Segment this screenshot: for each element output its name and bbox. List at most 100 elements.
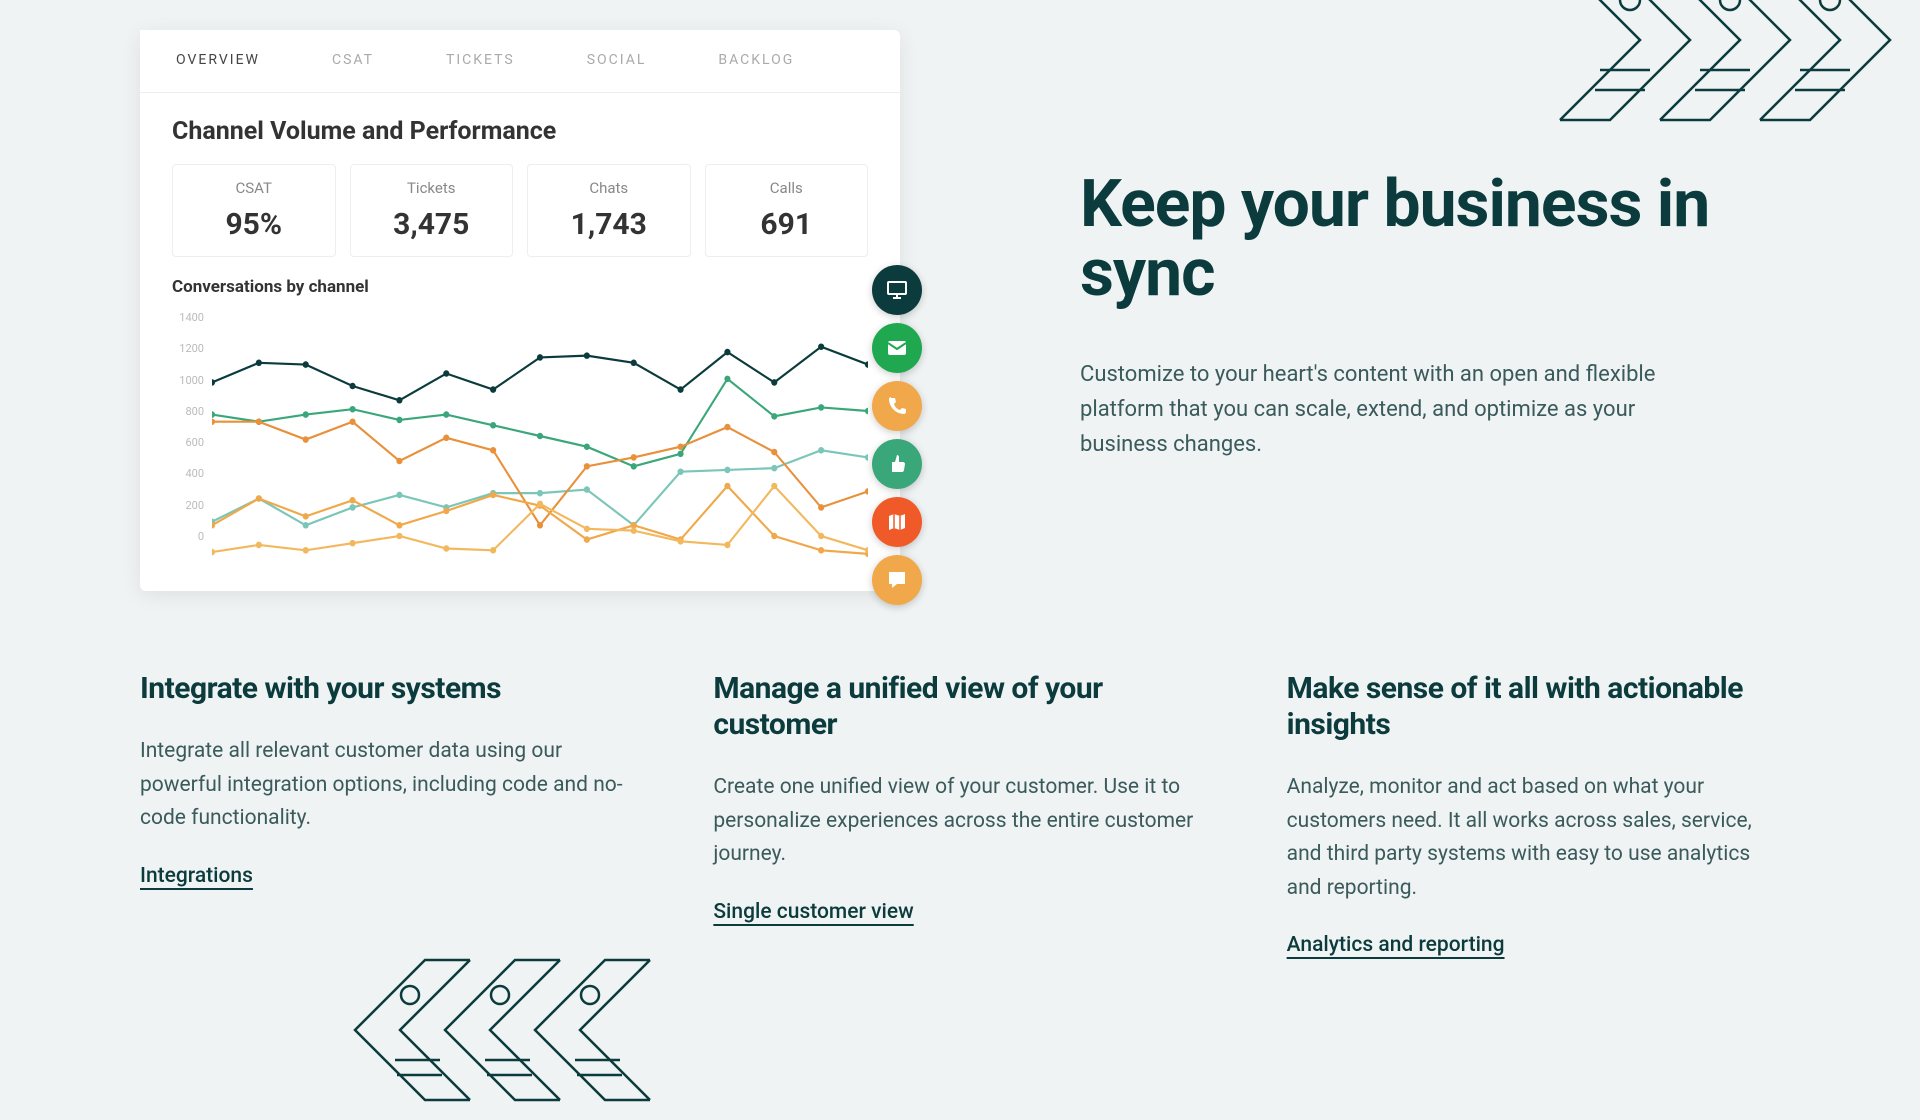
card-title: Channel Volume and Performance	[172, 117, 868, 146]
chart-point	[396, 522, 402, 529]
metric-value: 95%	[173, 207, 335, 242]
chart-point	[771, 379, 777, 386]
dashboard-card: OVERVIEWCSATTICKETSSOCIALBACKLOG Channel…	[140, 30, 900, 591]
feature-description: Analyze, monitor and act based on what y…	[1287, 771, 1780, 905]
chart-point	[724, 483, 730, 490]
chart-point	[537, 501, 543, 508]
chart-point	[537, 354, 543, 361]
phone-icon[interactable]	[872, 381, 922, 431]
chart-point	[818, 547, 824, 554]
chart-point	[724, 376, 730, 383]
chart-point	[771, 533, 777, 540]
chart-point	[396, 397, 402, 404]
chart-point	[490, 547, 496, 554]
chart-point	[349, 504, 355, 511]
chart-point	[677, 538, 683, 545]
metric-value: 691	[706, 207, 868, 242]
chart-point	[677, 451, 683, 458]
chart-point	[865, 454, 868, 461]
metric-csat: CSAT 95%	[172, 164, 336, 257]
feature-column-1: Manage a unified view of your customer Cr…	[713, 671, 1206, 957]
chart-point	[631, 360, 637, 367]
chart-point	[584, 463, 590, 470]
chart-point	[584, 486, 590, 493]
metric-tickets: Tickets3,475	[350, 164, 514, 257]
chart-point	[771, 413, 777, 420]
hero-description: Customize to your heart's content with a…	[1080, 357, 1680, 463]
feature-title: Make sense of it all with actionable ins…	[1287, 671, 1780, 743]
chart-point	[818, 343, 824, 350]
hero-title: Keep your business in sync	[1080, 170, 1780, 309]
chart-point	[396, 533, 402, 540]
y-tick: 200	[172, 499, 204, 512]
map-icon[interactable]	[872, 497, 922, 547]
chart-point	[256, 495, 262, 502]
chart-point	[584, 536, 590, 543]
thumbs-up-icon[interactable]	[872, 439, 922, 489]
chart-point	[865, 488, 868, 495]
chart-point	[303, 547, 309, 554]
chat-icon[interactable]	[872, 555, 922, 605]
tab-bar: OVERVIEWCSATTICKETSSOCIALBACKLOG	[140, 30, 900, 93]
chart-point	[865, 361, 868, 368]
tab-overview[interactable]: OVERVIEW	[140, 30, 296, 92]
feature-link[interactable]: Integrations	[140, 864, 253, 888]
chart-point	[443, 545, 449, 552]
chart-point	[537, 490, 543, 497]
chart-point	[677, 443, 683, 450]
decorative-chevrons-right	[1540, 0, 1920, 140]
metric-label: CSAT	[173, 179, 335, 197]
chart-point	[396, 492, 402, 499]
chart-point	[490, 447, 496, 454]
monitor-icon[interactable]	[872, 265, 922, 315]
feature-description: Create one unified view of your customer…	[713, 771, 1206, 872]
chart-point	[212, 411, 215, 418]
feature-link[interactable]: Single customer view	[713, 900, 913, 924]
chart-point	[303, 436, 309, 443]
y-tick: 0	[172, 530, 204, 543]
chart-point	[771, 483, 777, 490]
chart-point	[303, 522, 309, 529]
chart-point	[631, 527, 637, 534]
chart-point	[818, 447, 824, 454]
tab-backlog[interactable]: BACKLOG	[682, 30, 830, 92]
chart-point	[303, 513, 309, 520]
metric-value: 1,743	[528, 207, 690, 242]
chart-series-green	[212, 379, 868, 467]
metric-label: Tickets	[351, 179, 513, 197]
y-tick: 800	[172, 405, 204, 418]
chart-point	[349, 383, 355, 390]
tab-tickets[interactable]: TICKETS	[410, 30, 551, 92]
chart-point	[724, 542, 730, 549]
feature-column-2: Make sense of it all with actionable ins…	[1287, 671, 1780, 957]
feature-description: Integrate all relevant customer data usi…	[140, 735, 633, 836]
y-tick: 1000	[172, 374, 204, 387]
chart-point	[724, 349, 730, 356]
feature-title: Manage a unified view of your customer	[713, 671, 1206, 743]
chart-point	[584, 352, 590, 359]
chart-point	[349, 497, 355, 504]
chart-area: 1400120010008006004002000	[172, 311, 868, 561]
decorative-chevrons-left	[310, 940, 670, 1120]
chart-point	[818, 404, 824, 411]
tab-csat[interactable]: CSAT	[296, 30, 410, 92]
chart-point	[212, 549, 215, 556]
metric-chats: Chats1,743	[527, 164, 691, 257]
chart-point	[818, 533, 824, 540]
tab-social[interactable]: SOCIAL	[551, 30, 683, 92]
chart-point	[303, 361, 309, 368]
chart-point	[677, 386, 683, 393]
mail-icon[interactable]	[872, 323, 922, 373]
chart-point	[490, 386, 496, 393]
chart-point	[443, 508, 449, 515]
metric-label: Calls	[706, 179, 868, 197]
y-tick: 600	[172, 436, 204, 449]
chart-point	[212, 418, 215, 425]
chart-point	[396, 417, 402, 424]
feature-link[interactable]: Analytics and reporting	[1287, 933, 1505, 957]
chart-point	[349, 418, 355, 425]
chart-point	[584, 526, 590, 533]
chart-point	[303, 411, 309, 418]
chart-point	[490, 422, 496, 429]
chart-point	[443, 411, 449, 418]
